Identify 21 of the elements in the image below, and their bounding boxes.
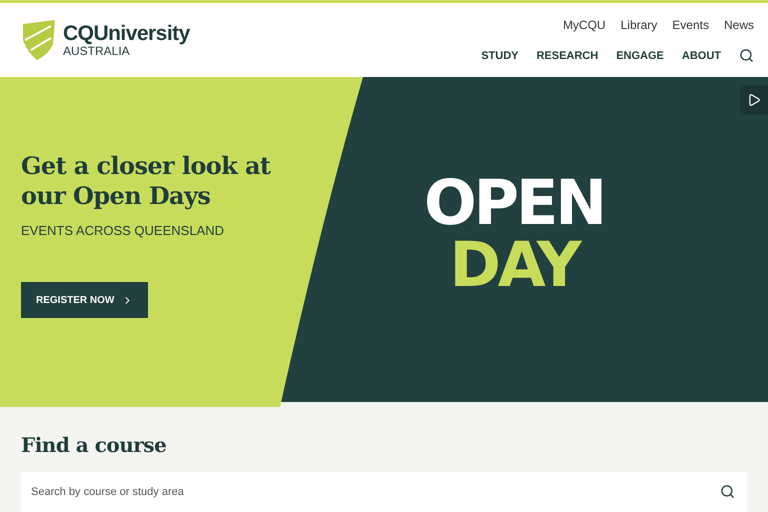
nav-link[interactable]: ABOUT — [682, 48, 721, 64]
course-search-field[interactable]: Search by course or study area — [21, 472, 747, 512]
hero-subheading: EVENTS ACROSS QUEENSLAND — [21, 222, 224, 240]
open-day-graphic-text: OPEN — [424, 172, 604, 234]
play-button[interactable] — [740, 84, 768, 115]
register-button[interactable]: REGISTER NOW — [21, 282, 148, 318]
utility-link[interactable]: MyCQU — [562, 16, 606, 34]
nav-link[interactable]: RESEARCH — [536, 48, 598, 64]
logo-subtitle: AUSTRALIA — [63, 44, 130, 57]
nav-link[interactable]: STUDY — [481, 48, 518, 64]
play-icon — [747, 92, 761, 107]
nav-link[interactable]: ENGAGE — [616, 48, 664, 64]
utility-link[interactable]: News — [724, 16, 754, 34]
utility-link[interactable]: Events — [672, 16, 709, 34]
open-day-graphic-text: DAY — [449, 234, 579, 296]
section-heading: Find a course — [21, 432, 168, 459]
logo-wordmark[interactable]: CQUniversity — [63, 22, 190, 44]
hero-heading: Get a closer look at our Open Days — [21, 150, 272, 211]
search-icon[interactable] — [720, 484, 735, 499]
search-icon[interactable] — [739, 48, 754, 64]
utility-link[interactable]: Library — [620, 16, 658, 34]
